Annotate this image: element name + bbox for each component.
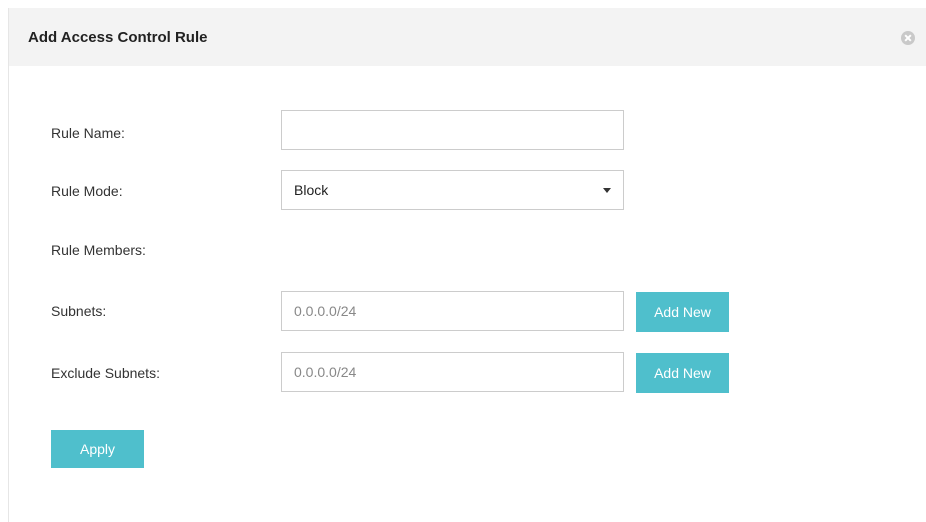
rule-members-label: Rule Members: [51, 242, 146, 258]
dialog-header: Add Access Control Rule [9, 8, 926, 66]
close-icon[interactable] [901, 31, 915, 45]
rule-mode-select[interactable]: Block [281, 170, 624, 210]
rule-mode-value: Block [294, 182, 329, 198]
subnets-add-new-button[interactable]: Add New [636, 292, 729, 332]
exclude-subnets-add-new-button[interactable]: Add New [636, 353, 729, 393]
exclude-subnets-input[interactable] [281, 352, 624, 392]
apply-button[interactable]: Apply [51, 430, 144, 468]
caret-down-icon [603, 188, 611, 193]
dialog-title: Add Access Control Rule [28, 29, 208, 46]
rule-mode-label: Rule Mode: [51, 183, 123, 199]
add-access-control-rule-dialog: Add Access Control Rule Rule Name: Rule … [8, 8, 926, 522]
subnets-label: Subnets: [51, 303, 107, 319]
rule-name-input[interactable] [281, 110, 624, 150]
rule-name-label: Rule Name: [51, 125, 125, 141]
subnets-input[interactable] [281, 291, 624, 331]
exclude-subnets-label: Exclude Subnets: [51, 365, 160, 381]
